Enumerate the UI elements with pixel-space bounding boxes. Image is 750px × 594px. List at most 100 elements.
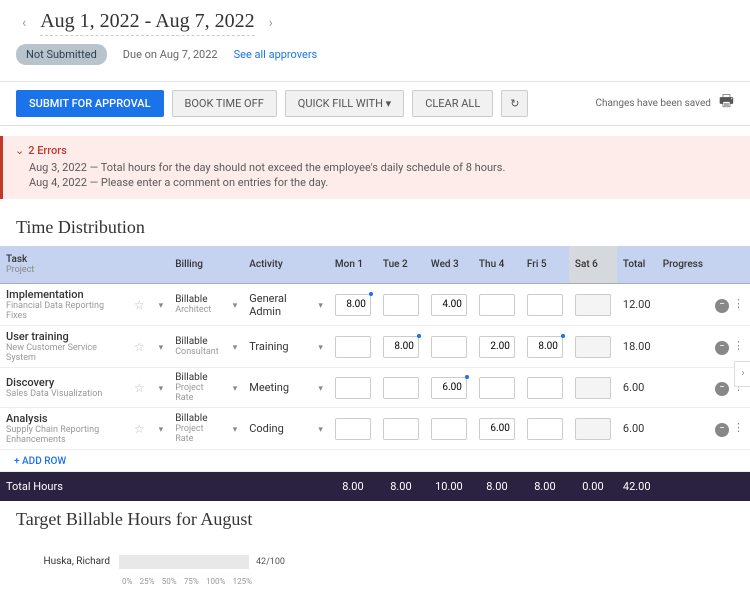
error-line: Aug 3, 2022 — Total hours for the day sh… <box>29 161 738 174</box>
hours-input-thu[interactable] <box>479 377 515 399</box>
row-kebab-icon[interactable]: ⋮ <box>733 297 744 310</box>
hours-input-thu[interactable] <box>479 418 515 440</box>
billing-name: Billable <box>175 336 219 347</box>
hours-input-sat[interactable] <box>575 336 611 358</box>
hours-input-mon[interactable] <box>335 377 371 399</box>
time-distribution-table: TaskProject Billing Activity Mon 1 Tue 2… <box>0 246 750 501</box>
book-time-off-button[interactable]: BOOK TIME OFF <box>172 90 277 117</box>
hours-input-tue[interactable] <box>383 418 419 440</box>
hours-input-thu[interactable] <box>479 336 515 358</box>
activity-name: General Admin <box>243 284 310 326</box>
hours-input-wed[interactable] <box>431 418 467 440</box>
remove-row-icon[interactable]: − <box>715 299 729 313</box>
hours-input-wed[interactable] <box>431 377 467 399</box>
row-kebab-icon[interactable]: ⋮ <box>733 421 744 434</box>
activity-dropdown[interactable]: ▾ <box>316 384 323 394</box>
activity-dropdown[interactable]: ▾ <box>316 343 323 353</box>
star-icon[interactable]: ☆ <box>134 298 145 312</box>
task-dropdown[interactable]: ▾ <box>157 301 164 311</box>
activity-dropdown[interactable]: ▾ <box>316 301 323 311</box>
billing-name: Billable <box>175 413 219 424</box>
activity-dropdown[interactable]: ▾ <box>316 425 323 435</box>
status-badge: Not Submitted <box>16 44 107 65</box>
quick-fill-button[interactable]: QUICK FILL WITH ▾ <box>285 90 404 117</box>
hours-input-tue[interactable] <box>383 294 419 316</box>
billing-role: Project Rate <box>175 383 219 403</box>
billing-role: Project Rate <box>175 424 219 444</box>
hours-input-wed[interactable] <box>431 336 467 358</box>
note-indicator-icon <box>561 334 565 338</box>
billing-role: Consultant <box>175 347 219 357</box>
task-dropdown[interactable]: ▾ <box>157 384 164 394</box>
chevron-down-icon: ⌄ <box>15 144 24 157</box>
note-indicator-icon <box>465 375 469 379</box>
task-dropdown[interactable]: ▾ <box>157 343 164 353</box>
row-total: 12.00 <box>617 284 657 326</box>
table-row: ImplementationFinancial Data Reporting F… <box>0 284 750 326</box>
hours-input-thu[interactable] <box>479 294 515 316</box>
error-toggle[interactable]: ⌄ 2 Errors <box>15 144 738 157</box>
billing-dropdown[interactable]: ▾ <box>231 384 238 394</box>
hours-input-sat[interactable] <box>575 294 611 316</box>
star-icon[interactable]: ☆ <box>134 422 145 436</box>
table-row: AnalysisSupply Chain Reporting Enhanceme… <box>0 408 750 450</box>
hours-input-mon[interactable] <box>335 336 371 358</box>
hours-input-mon[interactable] <box>335 418 371 440</box>
star-icon[interactable]: ☆ <box>134 340 145 354</box>
hours-input-fri[interactable] <box>527 418 563 440</box>
hours-input-mon[interactable] <box>335 294 371 316</box>
note-indicator-icon <box>417 334 421 338</box>
target-bar-row: Huska, Richard 42/100 <box>16 554 734 569</box>
see-approvers-link[interactable]: See all approvers <box>234 48 318 61</box>
billing-dropdown[interactable]: ▾ <box>231 301 238 311</box>
hours-input-fri[interactable] <box>527 377 563 399</box>
target-hours-title: Target Billable Hours for August <box>0 501 750 538</box>
refresh-button[interactable]: ↻ <box>501 90 528 117</box>
hours-input-tue[interactable] <box>383 336 419 358</box>
hours-input-wed[interactable] <box>431 294 467 316</box>
remove-row-icon[interactable]: − <box>715 341 729 355</box>
table-row: DiscoverySales Data Visualization☆▾Billa… <box>0 368 750 408</box>
error-panel: ⌄ 2 Errors Aug 3, 2022 — Total hours for… <box>0 136 750 199</box>
activity-name: Training <box>243 326 310 368</box>
chevron-down-icon: ▾ <box>386 97 392 110</box>
scroll-right-arrow[interactable]: › <box>734 361 750 387</box>
time-distribution-title: Time Distribution <box>0 209 750 246</box>
hours-input-fri[interactable] <box>527 336 563 358</box>
row-total: 6.00 <box>617 368 657 408</box>
note-indicator-icon <box>369 292 373 296</box>
row-total: 6.00 <box>617 408 657 450</box>
task-name: Implementation <box>6 288 122 301</box>
billing-name: Billable <box>175 294 219 305</box>
remove-row-icon[interactable]: − <box>715 382 729 396</box>
task-name: User training <box>6 330 122 343</box>
prev-week-chevron[interactable]: ‹ <box>16 13 32 33</box>
row-kebab-icon[interactable]: ⋮ <box>733 339 744 352</box>
date-range-title[interactable]: Aug 1, 2022 - Aug 7, 2022 <box>40 10 254 36</box>
submit-approval-button[interactable]: SUBMIT FOR APPROVAL <box>16 90 164 117</box>
activity-name: Meeting <box>243 368 310 408</box>
target-axis: 0%25%50%75%100%125% <box>122 577 252 586</box>
task-project: Supply Chain Reporting Enhancements <box>6 425 122 445</box>
task-project: Sales Data Visualization <box>6 389 122 399</box>
next-week-chevron[interactable]: › <box>263 13 279 33</box>
target-bar-track <box>119 555 249 569</box>
hours-input-sat[interactable] <box>575 377 611 399</box>
print-icon[interactable]: 🖶 <box>719 90 734 117</box>
clear-all-button[interactable]: CLEAR ALL <box>412 90 493 117</box>
hours-input-fri[interactable] <box>527 294 563 316</box>
task-name: Analysis <box>6 412 122 425</box>
star-icon[interactable]: ☆ <box>134 381 145 395</box>
billing-dropdown[interactable]: ▾ <box>231 425 238 435</box>
activity-name: Coding <box>243 408 310 450</box>
remove-row-icon[interactable]: − <box>715 423 729 437</box>
billing-name: Billable <box>175 372 219 383</box>
hours-input-sat[interactable] <box>575 418 611 440</box>
error-line: Aug 4, 2022 — Please enter a comment on … <box>29 176 738 189</box>
hours-input-tue[interactable] <box>383 377 419 399</box>
billing-dropdown[interactable]: ▾ <box>231 343 238 353</box>
add-row-link[interactable]: + ADD ROW <box>6 448 74 475</box>
task-dropdown[interactable]: ▾ <box>157 425 164 435</box>
billing-role: Architect <box>175 305 219 315</box>
table-row: User trainingNew Customer Service System… <box>0 326 750 368</box>
